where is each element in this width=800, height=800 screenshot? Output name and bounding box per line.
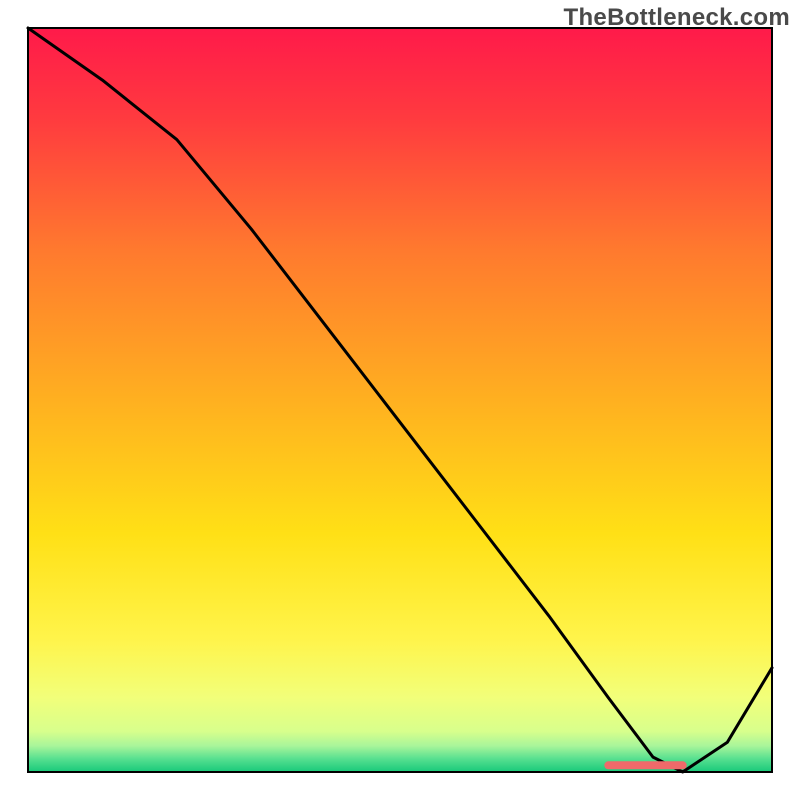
plot-background <box>28 28 772 772</box>
plot-area <box>28 28 772 772</box>
chart-svg <box>0 0 800 800</box>
watermark-text: TheBottleneck.com <box>564 4 790 32</box>
